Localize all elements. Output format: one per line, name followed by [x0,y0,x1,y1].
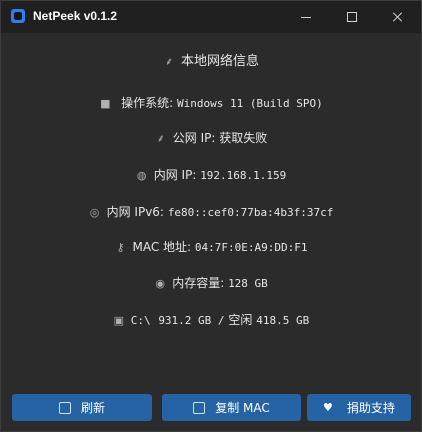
os-value: Windows 11 (Build SPO) [177,97,323,110]
ipv6-label: 内网 IPv6: [106,205,164,219]
maximize-icon [347,12,357,22]
refresh-label: 刷新 [80,401,105,415]
title-bar[interactable]: NetPeek v0.1.2 [1,1,421,33]
disc-icon: ◎ [89,206,100,219]
key-icon: ⚷ [116,241,125,254]
donate-label: 捐助支持 [346,401,395,415]
globe-icon: ◍ [136,169,147,182]
mac-value: 04:7F:0E:A9:DD:F1 [194,241,308,254]
os-row: ■ 操作系统: Windows 11 (Build SPO) [1,94,421,111]
maximize-button[interactable] [329,1,375,33]
app-window: NetPeek v0.1.2 ⸙ 本地网络信息 ■ 操作系统: Windows 1… [0,0,422,432]
minimize-button[interactable] [283,1,329,33]
os-label: 操作系统: [121,96,174,110]
ipv6-value: fe80::cef0:77ba:4b3f:37cf [167,206,334,219]
clipboard-icon [193,401,206,414]
close-button[interactable] [375,1,421,33]
copy-mac-label: 复制 MAC [215,401,270,415]
network-icon: ⸙ [164,55,174,68]
lan-ip-row: ◍ 内网 IP: 192.168.1.159 [1,166,421,183]
heart-icon: ♥ [323,401,333,414]
refresh-icon [58,401,71,414]
app-window-icon [11,9,25,23]
copy-mac-button[interactable]: 复制 MAC [162,394,301,421]
heading-text: 本地网络信息 [180,54,259,69]
memory-icon: ◉ [155,277,165,290]
window-title: NetPeek v0.1.2 [33,9,118,23]
disk-row: ▣ C:\ 931.2 GB / 空闲 418.5 GB [1,311,421,328]
mac-row: ⚷ MAC 地址: 04:7F:0E:A9:DD:F1 [1,238,421,255]
public-ip-value: 获取失败 [219,131,268,145]
memory-value: 128 GB [228,277,268,290]
disk-drive: C:\ [130,314,151,327]
donate-button[interactable]: ♥ 捐助支持 [307,394,411,421]
mac-label: MAC 地址: [132,240,192,254]
section-heading: ⸙ 本地网络信息 [1,50,421,69]
refresh-button[interactable]: 刷新 [12,394,152,421]
minimize-icon [301,16,311,18]
close-icon [393,12,403,22]
lan-ip-label: 内网 IP: [153,168,197,182]
memory-label: 内存容量: [172,276,225,290]
disk-icon: ▣ [113,314,124,327]
public-ip-label: 公网 IP: [172,131,216,145]
computer-icon: ■ [100,97,111,110]
disk-total: 931.2 GB / [158,314,225,327]
disk-free-label: 空闲 [228,313,253,327]
disk-free-value: 418.5 GB [256,314,310,327]
lan-ip-value: 192.168.1.159 [200,169,287,182]
memory-row: ◉ 内存容量: 128 GB [1,274,421,291]
public-ip-row: ⸙ 公网 IP: 获取失败 [1,129,421,146]
ipv6-row: ◎ 内网 IPv6: fe80::cef0:77ba:4b3f:37cf [1,203,421,220]
network-icon: ⸙ [156,132,165,145]
